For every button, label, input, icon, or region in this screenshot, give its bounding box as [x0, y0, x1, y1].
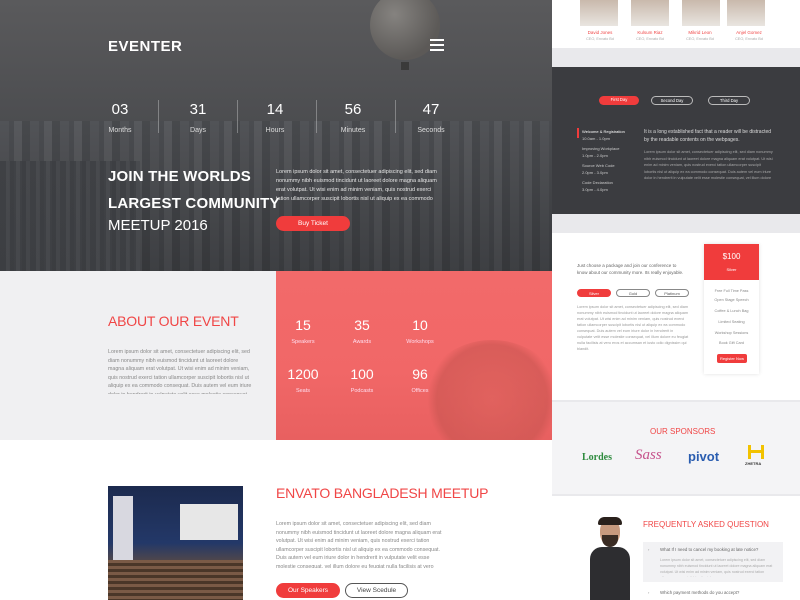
banner-fingerprint	[113, 496, 133, 566]
schedule-text: Lorem ipsum dolor sit amet, consectetuer…	[644, 150, 773, 183]
projector-screen	[180, 504, 238, 540]
stat-workshops: 10 Workshops	[406, 317, 434, 345]
price-feature: Free Full Time Pass	[714, 289, 749, 293]
tab-second-day[interactable]: Second Day	[651, 96, 693, 105]
avatar	[631, 0, 669, 26]
team-member-name[interactable]: David Jones	[577, 30, 623, 35]
price-feature: Limited Seating	[718, 320, 745, 324]
faq-question[interactable]: Which payment methods do you accept?	[660, 590, 739, 595]
hero-description: Lorem ipsum dolor sit amet, consectetuer…	[276, 169, 437, 202]
sponsor-logo-sass[interactable]: Sass	[635, 447, 662, 464]
about-title: ABOUT OUR EVENT	[108, 313, 239, 329]
price-feature: Coffee & Lunch Bag	[714, 309, 749, 313]
price-feature: Open Stage Speech	[714, 298, 749, 302]
chevron-right-icon: ›	[648, 590, 650, 595]
team-member-name[interactable]: Mikrid Leon	[677, 30, 723, 35]
avatar	[727, 0, 765, 26]
schedule-item[interactable]: Welcome & Registration 10.0am - 1.0pm	[582, 128, 625, 142]
price-feature: Book Gift Card	[719, 341, 744, 345]
hamburger-menu-icon[interactable]	[430, 39, 444, 51]
sponsor-logo-zhetra[interactable]: ZHETRA	[745, 461, 761, 466]
register-now-button[interactable]: Register Now	[717, 354, 747, 363]
avatar	[580, 0, 618, 26]
tab-silver[interactable]: Silver	[577, 289, 611, 297]
meetup-text: Lorem ipsum dolor sit amet, consectetuer…	[276, 521, 442, 568]
schedule-item[interactable]: Improving Workplace 1.0pm - 2.0pm	[582, 145, 620, 159]
sponsor-logo-mark	[748, 445, 764, 459]
hero-subtitle: MEETUP 2016	[108, 217, 208, 234]
tab-third-day[interactable]: Third Day	[708, 96, 750, 105]
faq-title: FREQUENTLY ASKED QUESTION	[643, 520, 769, 529]
pricing-intro: Just choose a package and join our confe…	[577, 263, 684, 275]
site-logo[interactable]: EVENTER	[108, 38, 182, 55]
balloon-basket	[401, 62, 409, 70]
team-member-role: CEO, Envato Bd	[586, 37, 614, 41]
hero-title: JOIN THE WORLDS LARGEST COMMUNITY	[108, 168, 280, 212]
faq-answer: Lorem ipsum dolor sit amet, consectetuer…	[660, 558, 773, 577]
sponsor-logo-pivot[interactable]: pivot	[688, 449, 719, 464]
schedule-lead: It is a long established fact that a rea…	[644, 129, 772, 143]
tab-platinum[interactable]: Platinum	[655, 289, 689, 297]
about-text: Lorem ipsum dolor sit amet, consectetuer…	[108, 349, 252, 394]
buy-ticket-button[interactable]: Buy Ticket	[276, 216, 350, 231]
sponsors-title: OUR SPONSORS	[650, 427, 716, 436]
schedule-item[interactable]: Source Web Code 2.0pm - 3.0pm	[582, 162, 615, 176]
team-member-role: CEO, Envato Bd	[735, 37, 763, 41]
tab-gold[interactable]: Gold	[616, 289, 650, 297]
active-indicator	[577, 128, 579, 138]
team-member-role: CEO, Envato Bd	[636, 37, 664, 41]
schedule-item[interactable]: Code Declaration 3.0pm - 4.0pm	[582, 179, 613, 193]
our-speakers-button[interactable]: Our Speakers	[276, 583, 340, 598]
price-feature: Workshop Sessions	[714, 331, 749, 335]
countdown-days: 31 Days	[189, 101, 207, 134]
countdown-months: 03 Months	[108, 101, 132, 134]
view-schedule-button[interactable]: View Scedule	[345, 583, 408, 598]
team-member-name[interactable]: Anjel Gomez	[726, 30, 772, 35]
seating-rows	[108, 560, 243, 600]
sponsor-logo-lordes[interactable]: Lordes	[582, 452, 612, 463]
tab-first-day[interactable]: First Day	[599, 96, 639, 105]
stats-section	[276, 271, 552, 440]
avatar	[682, 0, 720, 26]
price-header: $100 Silver	[704, 244, 759, 280]
countdown-seconds: 47 Seconds	[417, 101, 445, 134]
conference-hall-image	[108, 486, 243, 600]
countdown-hours: 14 Hours	[265, 101, 285, 134]
hero-section	[0, 0, 552, 271]
faq-question[interactable]: What If I need to cancel my booking at l…	[660, 547, 758, 552]
countdown-minutes: 56 Minutes	[340, 101, 366, 134]
stat-offices: 96 Offices	[411, 366, 429, 394]
person-image	[588, 515, 630, 600]
team-member-role: CEO, Envato Bd	[686, 37, 714, 41]
chevron-right-icon: ›	[648, 547, 650, 552]
team-member-name[interactable]: Kulsum Riaz	[627, 30, 673, 35]
meetup-title: ENVATO BANGLADESH MEETUP	[276, 485, 489, 501]
pricing-text: Lorem ipsum dolor sit amet, consectetuer…	[577, 305, 689, 351]
